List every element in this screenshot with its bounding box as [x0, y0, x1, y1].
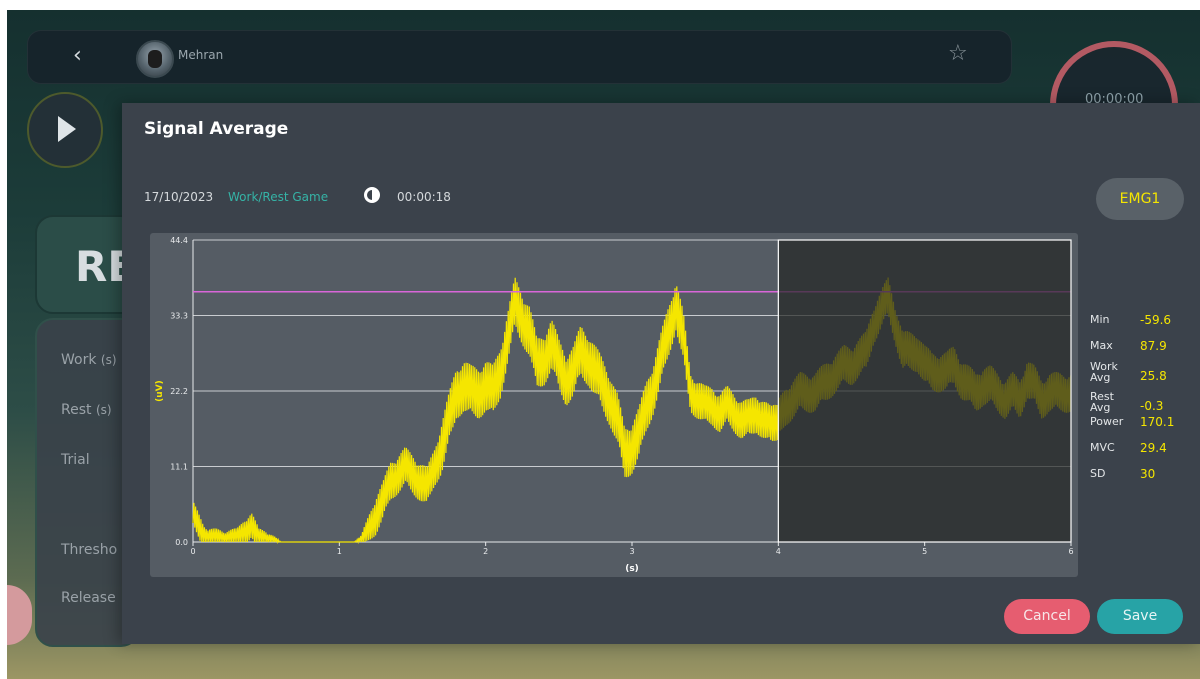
y-tick-label: 22.2	[170, 387, 188, 396]
stat-value: 87.9	[1140, 339, 1167, 353]
save-button[interactable]: Save	[1097, 599, 1183, 634]
y-tick-label: 11.1	[170, 463, 188, 472]
stat-row: Max 87.9	[1090, 339, 1190, 353]
x-tick-label: 5	[922, 547, 927, 556]
play-icon	[58, 116, 76, 142]
y-tick-label: 44.4	[170, 236, 188, 245]
stat-label: Rest Avg	[1090, 390, 1114, 414]
y-axis-label: (uV)	[155, 380, 165, 402]
user-name: Mehran	[178, 48, 224, 62]
stat-row: Min -59.6	[1090, 313, 1190, 327]
x-tick-label: 6	[1068, 547, 1073, 556]
stat-value: 30	[1140, 467, 1156, 481]
trial-label: Trial	[61, 452, 90, 468]
stat-label: SD	[1090, 467, 1106, 480]
stat-value: -0.3	[1140, 399, 1164, 413]
stat-label: Max	[1090, 339, 1113, 352]
stat-label: Min	[1090, 313, 1110, 326]
signal-average-dialog: Signal Average 17/10/2023 Work/Rest Game…	[122, 103, 1200, 644]
stat-row: SD 30	[1090, 467, 1190, 481]
star-add-icon[interactable]: ☆	[948, 41, 968, 66]
clock-icon	[364, 187, 380, 203]
channel-selector[interactable]: EMG1	[1096, 178, 1184, 220]
top-bar: ‹ Mehran ☆	[27, 30, 1012, 84]
y-tick-label: 0.0	[175, 538, 188, 547]
game-name: Work/Rest Game	[228, 190, 329, 204]
x-axis-label: (s)	[625, 564, 639, 574]
decorative-ball	[7, 585, 32, 645]
dialog-title: Signal Average	[144, 119, 289, 139]
stat-label: Work Avg	[1090, 360, 1118, 384]
x-tick-label: 4	[776, 547, 781, 556]
stat-value: 25.8	[1140, 369, 1167, 383]
session-duration: 00:00:18	[397, 190, 451, 204]
game-background: ‹ Mehran ☆ 00:00:00 RE Work (s) Rest (s)…	[7, 10, 1200, 679]
back-chevron-icon[interactable]: ‹	[73, 43, 82, 68]
x-tick-label: 2	[483, 547, 488, 556]
stat-label: Power	[1090, 415, 1124, 428]
stat-row: MVC 29.4	[1090, 441, 1190, 455]
x-tick-label: 3	[629, 547, 634, 556]
y-tick-label: 33.3	[170, 312, 188, 321]
rest-label: Rest (s)	[61, 402, 112, 418]
stat-label: MVC	[1090, 441, 1115, 454]
stat-value: -59.6	[1140, 313, 1172, 327]
stat-value: 29.4	[1140, 441, 1167, 455]
avatar[interactable]	[136, 40, 174, 78]
session-date: 17/10/2023	[144, 190, 214, 204]
release-label: Release	[61, 590, 116, 606]
work-label: Work (s)	[61, 352, 117, 368]
stat-row: Rest Avg -0.3	[1090, 391, 1190, 414]
threshold-label: Thresho	[61, 542, 118, 558]
play-button[interactable]	[27, 92, 103, 168]
stat-row: Power 170.1	[1090, 415, 1190, 429]
stat-value: 170.1	[1140, 415, 1175, 429]
cancel-button[interactable]: Cancel	[1004, 599, 1090, 634]
stat-row: Work Avg 25.8	[1090, 361, 1190, 384]
x-tick-label: 1	[337, 547, 342, 556]
x-tick-label: 0	[190, 547, 195, 556]
emg-signal-chart: 0.0 11.1 22.2 33.3 44.4 0 1 2 3 4 5 6 (s) (uV)	[150, 233, 1078, 577]
rest-region-overlay	[777, 239, 1072, 543]
